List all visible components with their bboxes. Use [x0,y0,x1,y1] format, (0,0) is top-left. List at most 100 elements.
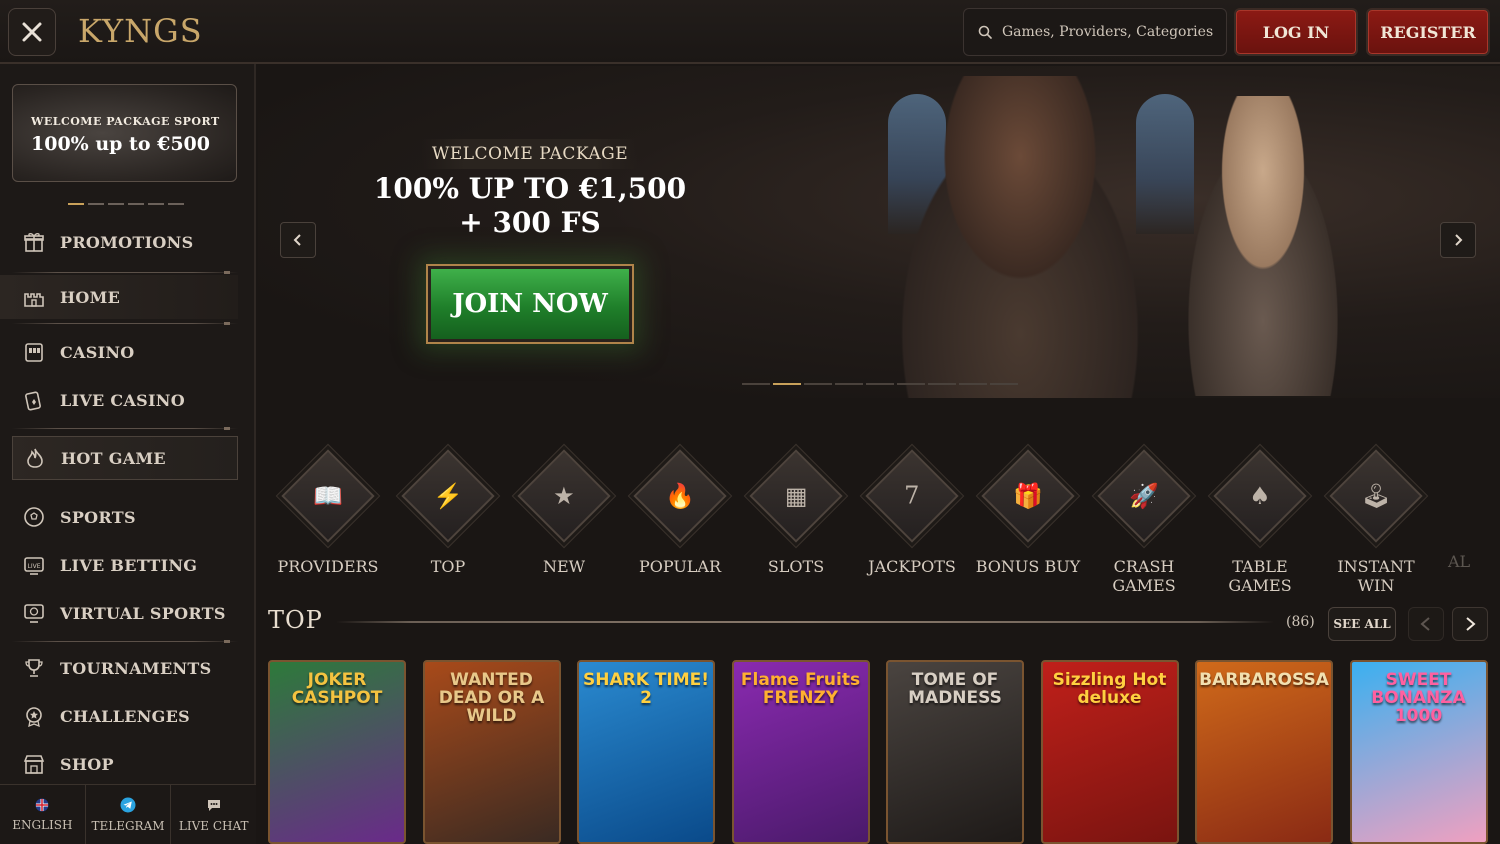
pagination-dot[interactable] [928,383,956,385]
category-instant-win[interactable]: 🕹 INSTANT WIN [1318,446,1434,595]
see-all-button[interactable]: SEE ALL [1328,607,1396,641]
sidebar-item-home[interactable]: HOME [0,275,238,319]
game-tile[interactable]: Flame Fruits FRENZY [731,660,870,844]
live-chat-label: LIVE CHAT [178,818,249,833]
hero-next-button[interactable] [1440,222,1476,258]
search-box[interactable] [963,8,1227,56]
pagination-dot[interactable] [88,203,104,205]
hero-banner[interactable]: WELCOME PACKAGE 100% UP TO €1,500 + 300 … [258,66,1500,398]
language-button[interactable]: ENGLISH [0,785,86,844]
sidebar-item-label: SPORTS [60,507,136,527]
chevron-right-icon [1455,234,1463,246]
category-providers[interactable]: 📖 PROVIDERS [270,446,386,576]
pagination-dot[interactable] [742,383,770,385]
game-tile[interactable]: TOME OF MADNESS [886,660,1024,844]
hero-king-figure [870,76,1170,398]
game-tile[interactable]: WANTED DEAD OR A WILD [422,660,561,844]
pagination-dot[interactable] [990,383,1018,385]
sidebar-promo-card[interactable]: WELCOME PACKAGE SPORT 100% up to €500 [12,84,237,182]
rocket-icon: 🚀 [1129,481,1159,510]
pagination-dot[interactable] [773,383,801,385]
game-tile[interactable]: BARBAROSSA [1195,660,1333,844]
jackpot-icon: 7 [904,482,920,510]
sidebar-item-label: LIVE CASINO [60,390,185,410]
pagination-dot[interactable] [959,383,987,385]
sidebar-item-label: TOURNAMENTS [60,658,212,678]
game-title: WANTED DEAD OR A WILD [438,670,545,726]
join-now-button[interactable]: JOIN NOW [428,266,632,342]
sidebar-item-label: HOME [60,287,121,307]
category-label: NEW [542,557,586,576]
pagination-dot[interactable] [866,383,894,385]
pagination-dot[interactable] [804,383,832,385]
pagination-dot[interactable] [128,203,144,205]
joystick-icon: 🕹 [1360,482,1392,510]
category-all[interactable]: AL [1434,446,1500,571]
game-tile[interactable]: SHARK TIME! 2 [577,660,715,844]
sidebar-item-promotions[interactable]: PROMOTIONS [12,220,238,264]
pagination-dot[interactable] [168,203,184,205]
sidebar-item-challenges[interactable]: CHALLENGES [12,694,238,738]
sidebar-item-label: VIRTUAL SPORTS [60,603,226,623]
search-input[interactable] [1002,24,1217,40]
sidebar-item-label: HOT GAME [61,448,166,468]
pagination-dot[interactable] [835,383,863,385]
sidebar-item-live-betting[interactable]: LIVE LIVE BETTING [12,543,238,587]
login-button[interactable]: LOG IN [1234,8,1358,56]
category-bonus-buy[interactable]: 🎁 BONUS BUY [970,446,1086,576]
category-label: TABLE GAMES [1228,557,1292,595]
register-button[interactable]: REGISTER [1366,8,1490,56]
category-tile: 🕹 [1329,449,1423,543]
pagination-dot[interactable] [148,203,164,205]
category-popular[interactable]: 🔥 POPULAR [622,446,738,576]
category-slots[interactable]: ▦ SLOTS [738,446,854,576]
sidebar-item-virtual-sports[interactable]: VIRTUAL SPORTS [12,591,238,635]
category-new[interactable]: ★ NEW [506,446,622,576]
game-tile[interactable]: Sizzling Hot deluxe [1040,660,1179,844]
category-crash-games[interactable]: 🚀 CRASH GAMES [1086,446,1202,595]
pagination-dot[interactable] [68,203,84,205]
sidebar-item-live-casino[interactable]: LIVE CASINO [12,378,238,422]
category-tile: 7 [865,449,959,543]
sidebar-item-label: SHOP [60,754,114,774]
category-table-games[interactable]: ♠ TABLE GAMES [1202,446,1318,595]
site-logo[interactable]: KYNGS [78,12,203,50]
game-tile[interactable]: JOKER CASHPOT [268,660,406,844]
chat-icon [207,799,220,811]
sidebar-item-label: LIVE BETTING [60,555,198,575]
telegram-icon [120,797,136,812]
games-prev-button[interactable] [1408,607,1444,641]
category-tile: ★ [517,449,611,543]
pagination-dot[interactable] [108,203,124,205]
hero-title-line1: 100% UP TO €1,500 [373,172,687,205]
sidebar-item-hot-game[interactable]: HOT GAME [12,436,238,480]
games-next-button[interactable] [1452,607,1488,641]
sidebar-item-casino[interactable]: CASINO [12,330,238,374]
game-tile[interactable]: SWEET BONANZA 1000 [1349,660,1488,844]
category-label: PROVIDERS [277,557,379,576]
sidebar-item-sports[interactable]: SPORTS [12,495,238,539]
telegram-button[interactable]: TELEGRAM [86,785,172,844]
chevron-right-icon [1466,617,1476,631]
shop-icon [22,752,46,776]
divider [12,271,238,274]
close-icon [22,22,42,42]
promo-subtitle: WELCOME PACKAGE SPORT [31,115,220,128]
sidebar-item-tournaments[interactable]: TOURNAMENTS [12,646,238,690]
pagination-dot[interactable] [897,383,925,385]
hero-prev-button[interactable] [280,222,316,258]
divider [12,427,238,430]
badge-icon [22,704,46,728]
search-icon [978,25,992,39]
close-menu-button[interactable] [8,8,56,56]
category-tile: ⚡ [401,449,495,543]
sidebar-item-shop[interactable]: SHOP [12,742,238,786]
cards-icon [22,388,46,412]
category-jackpots[interactable]: 7 JACKPOTS [854,446,970,576]
gift-box-icon: 🎁 [1013,481,1043,510]
game-title: SHARK TIME! 2 [582,670,709,708]
category-label: AL [1448,552,1471,571]
category-top[interactable]: ⚡ TOP [390,446,506,576]
divider [12,640,238,643]
live-chat-button[interactable]: LIVE CHAT [171,785,256,844]
